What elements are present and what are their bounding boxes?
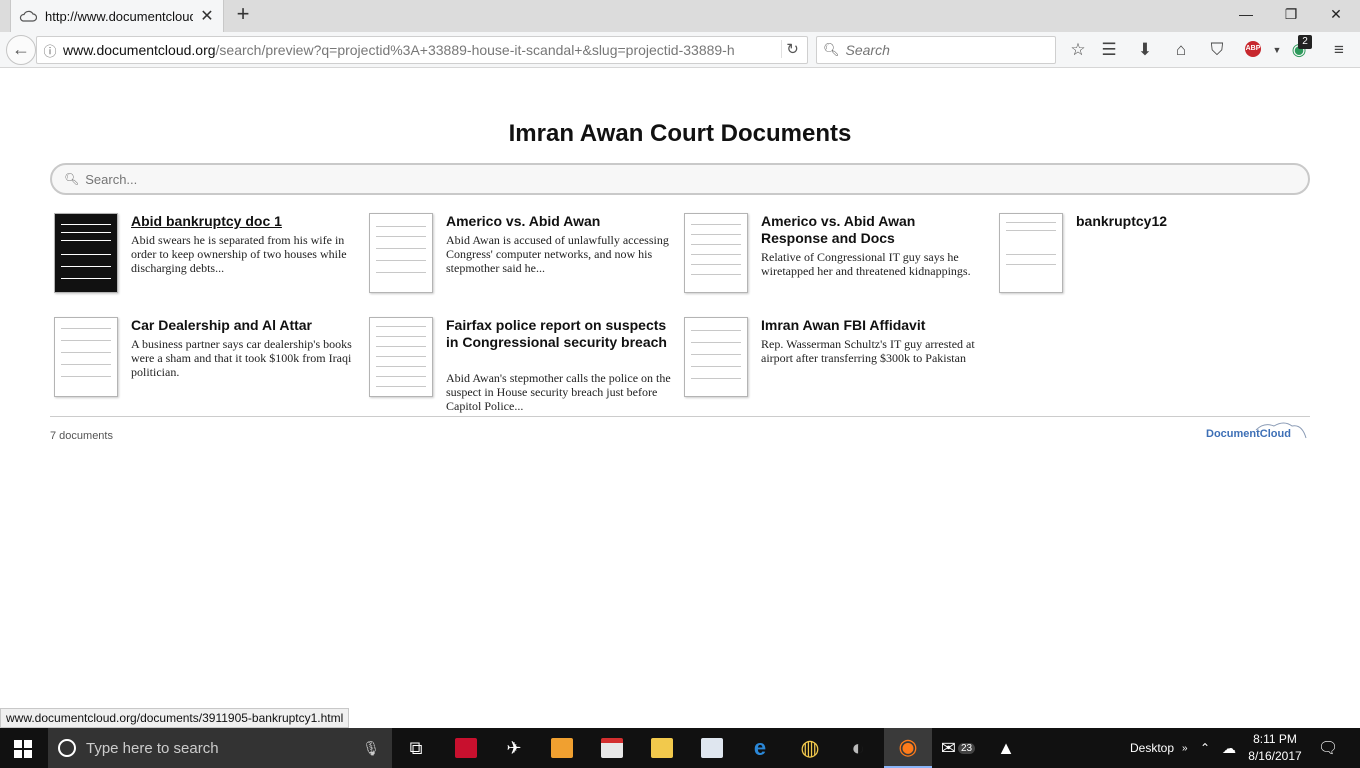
windows-start-icon[interactable] — [14, 740, 32, 758]
document-description: Abid Awan's stepmother calls the police … — [446, 371, 671, 413]
document-title-link[interactable]: Imran Awan FBI Affidavit — [761, 317, 986, 334]
document-thumbnail[interactable] — [369, 317, 433, 397]
action-center-icon[interactable]: 🗨︎ — [1318, 728, 1338, 768]
chrome-browser-icon[interactable]: ◍ — [786, 728, 834, 768]
document-title-link[interactable]: bankruptcy12 — [1076, 213, 1301, 230]
document-description: Rep. Wasserman Schultz's IT guy arrested… — [761, 337, 975, 365]
document-title-link[interactable]: Car Dealership and Al Attar — [131, 317, 356, 334]
microphone-icon[interactable]: 🎙︎ — [362, 740, 380, 757]
status-bar: www.documentcloud.org/documents/3911905-… — [0, 708, 350, 728]
desktop-toolbar[interactable]: Desktop — [1130, 728, 1174, 768]
address-bar[interactable]: ⓘ www.documentcloud.org/search/preview?q… — [36, 36, 808, 64]
search-icon: 🔍︎ — [64, 172, 80, 186]
new-tab-button[interactable]: + — [232, 3, 254, 26]
extension-badge: 2 — [1298, 35, 1312, 49]
task-view-icon[interactable]: ⧉ — [392, 728, 440, 768]
toolbar-expand-icon[interactable]: » — [1182, 728, 1188, 768]
globe-app-icon[interactable]: ◐ — [834, 728, 882, 768]
document-description: Abid swears he is separated from his wif… — [131, 233, 347, 275]
document-count: 7 documents — [50, 430, 113, 442]
pocket-icon[interactable]: ⛉ — [1205, 38, 1229, 62]
bookmark-star-icon[interactable]: ☆ — [1066, 38, 1090, 62]
cortana-icon — [58, 739, 76, 757]
document-title-link[interactable]: Americo vs. Abid Awan — [446, 213, 671, 230]
document-thumbnail[interactable] — [54, 317, 118, 397]
document-item[interactable]: Abid bankruptcy doc 1 Abid swears he is … — [54, 213, 354, 313]
file-explorer-icon[interactable] — [638, 728, 686, 768]
document-thumbnail[interactable] — [369, 213, 433, 293]
mail-app-icon[interactable]: ✉ 23 — [934, 728, 982, 768]
restore-icon[interactable]: ❐ — [1271, 4, 1311, 26]
document-search-input[interactable] — [85, 171, 1266, 187]
document-title-link[interactable]: Americo vs. Abid Awan Response and Docs — [761, 213, 986, 247]
document-item[interactable]: Fairfax police report on suspects in Con… — [369, 317, 671, 417]
document-search-box[interactable]: 🔍︎ — [50, 163, 1310, 195]
close-tab-icon[interactable]: ✕ — [199, 6, 215, 26]
download-icon[interactable]: ⬇ — [1133, 38, 1157, 62]
pdf-app-icon[interactable] — [588, 728, 636, 768]
document-thumbnail[interactable] — [999, 213, 1063, 293]
onedrive-icon[interactable]: ☁ — [1222, 728, 1236, 768]
url-domain: www.documentcloud.org — [63, 42, 216, 58]
mail-badge: 23 — [957, 742, 976, 754]
page-title: Imran Awan Court Documents — [508, 120, 852, 147]
document-item[interactable]: bankruptcy12 — [999, 213, 1299, 313]
tab-strip: http://www.documentcloud.o ✕ + — ❐ ✕ — [0, 0, 1360, 32]
taskbar-search-box[interactable]: Type here to search 🎙︎ — [48, 728, 392, 768]
download-app-icon[interactable] — [442, 728, 490, 768]
document-title-link[interactable]: Fairfax police report on suspects in Con… — [446, 317, 671, 351]
reload-icon[interactable]: ↻ — [781, 40, 803, 58]
url-text[interactable]: www.documentcloud.org/search/preview?q=p… — [63, 42, 763, 58]
url-path: /search/preview?q=projectid%3A+33889-hou… — [215, 42, 735, 58]
reading-list-icon[interactable]: ☰ — [1097, 38, 1121, 62]
document-description: Relative of Congressional IT guy says he… — [761, 250, 971, 278]
close-window-icon[interactable]: ✕ — [1316, 4, 1356, 26]
browser-tab[interactable]: http://www.documentcloud.o ✕ — [10, 0, 224, 32]
edge-browser-icon[interactable]: e — [736, 728, 784, 768]
document-item[interactable]: Americo vs. Abid Awan Abid Awan is accus… — [369, 213, 669, 313]
clock-date: 8/16/2017 — [1248, 749, 1302, 763]
taskbar: Type here to search 🎙︎ ⧉ ✈ e ◍ ◐ ◉ ✉ 23 ▲… — [0, 728, 1360, 768]
browser-search-bar[interactable]: 🔍︎ — [816, 36, 1056, 64]
document-item[interactable]: Imran Awan FBI Affidavit Rep. Wasserman … — [684, 317, 984, 417]
document-thumbnail[interactable] — [684, 213, 748, 293]
tab-title: http://www.documentcloud.o — [45, 8, 193, 24]
search-icon: 🔍︎ — [823, 42, 840, 57]
aircraft-app-icon[interactable]: ✈ — [490, 728, 538, 768]
site-info-icon[interactable]: ⓘ — [37, 41, 63, 60]
media-player-icon[interactable] — [538, 728, 586, 768]
document-app-icon[interactable] — [688, 728, 736, 768]
document-thumbnail[interactable] — [684, 317, 748, 397]
abp-dropdown-icon[interactable]: ▼ — [1265, 38, 1289, 62]
document-item[interactable]: Car Dealership and Al Attar A business p… — [54, 317, 354, 417]
document-description: Abid Awan is accused of unlawfully acces… — [446, 233, 669, 275]
logo-text: DocumentCloud — [1206, 428, 1291, 440]
system-clock[interactable]: 8:11 PM 8/16/2017 — [1240, 731, 1310, 765]
firefox-browser-icon[interactable]: ◉ — [884, 728, 932, 768]
document-item[interactable]: Americo vs. Abid Awan Response and Docs … — [684, 213, 984, 313]
document-description: A business partner says car dealership's… — [131, 337, 352, 379]
cloud-icon — [19, 10, 37, 22]
document-title-link[interactable]: Abid bankruptcy doc 1 — [131, 213, 356, 230]
show-hidden-icons-icon[interactable]: ⌃ — [1200, 728, 1210, 768]
taskbar-search-placeholder: Type here to search — [86, 739, 219, 757]
navigation-toolbar: ← ⓘ www.documentcloud.org/search/preview… — [0, 32, 1360, 68]
document-thumbnail[interactable] — [54, 213, 118, 293]
adblock-icon[interactable]: ABP — [1245, 41, 1261, 57]
home-icon[interactable]: ⌂ — [1169, 38, 1193, 62]
back-button[interactable]: ← — [6, 35, 36, 65]
documentcloud-logo[interactable]: DocumentCloud — [1206, 420, 1310, 442]
divider — [50, 416, 1310, 417]
photos-app-icon[interactable]: ▲ — [982, 728, 1030, 768]
menu-icon[interactable]: ≡ — [1327, 38, 1351, 62]
minimize-icon[interactable]: — — [1226, 4, 1266, 26]
browser-search-input[interactable] — [845, 42, 1046, 58]
clock-time: 8:11 PM — [1253, 732, 1297, 746]
